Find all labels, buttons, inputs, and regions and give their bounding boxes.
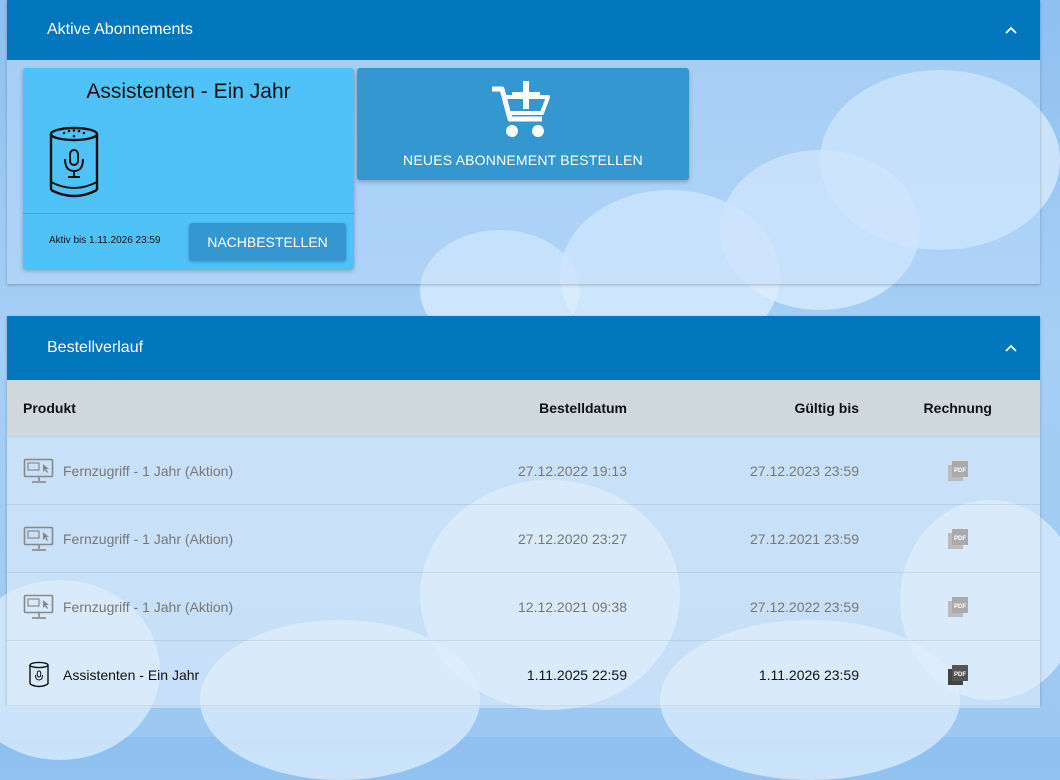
chevron-up-icon[interactable]	[1004, 25, 1018, 35]
valid-until: 1.11.2026 23:59	[758, 666, 859, 683]
order-history-header[interactable]: Bestellverlauf	[7, 316, 1040, 380]
monitor-icon	[23, 594, 54, 619]
card-divider	[23, 213, 354, 214]
order-history-panel: Bestellverlauf Produkt Bestelldatum Gült…	[7, 316, 1040, 708]
active-subscriptions-title: Aktive Abonnements	[47, 21, 193, 38]
column-header-valid-until[interactable]: Gültig bis	[794, 400, 859, 416]
chevron-up-icon[interactable]	[1004, 343, 1018, 353]
order-date: 12.12.2021 09:38	[518, 598, 627, 615]
active-subscriptions-body: Assistenten - Ein Jahr Aktiv bis 1.11.20…	[7, 60, 1040, 284]
svg-text:PDF: PDF	[954, 672, 966, 678]
product-name: Assistenten - Ein Jahr	[63, 666, 200, 683]
subscription-card-title: Assistenten - Ein Jahr	[86, 80, 291, 103]
smart-speaker-icon	[29, 661, 49, 687]
column-header-product[interactable]: Produkt	[23, 400, 76, 416]
order-history-title: Bestellverlauf	[47, 339, 144, 356]
table-row: Fernzugriff - 1 Jahr (Aktion) 27.12.2022…	[7, 436, 1040, 504]
order-history-table: Produkt Bestelldatum Gültig bis Rechnung…	[7, 380, 1040, 708]
svg-text:PDF: PDF	[954, 604, 966, 610]
pdf-icon[interactable]: PDF	[947, 664, 969, 686]
table-row: Fernzugriff - 1 Jahr (Aktion) 27.12.2020…	[7, 504, 1040, 572]
smart-speaker-icon	[49, 126, 99, 198]
product-name: Fernzugriff - 1 Jahr (Aktion)	[63, 530, 234, 547]
subscription-card: Assistenten - Ein Jahr Aktiv bis 1.11.20…	[23, 68, 354, 269]
monitor-icon	[23, 458, 54, 483]
valid-until: 27.12.2022 23:59	[750, 598, 859, 615]
active-until-text: Aktiv bis 1.11.2026 23:59	[49, 235, 161, 246]
new-subscription-button[interactable]: NEUES ABONNEMENT BESTELLEN	[357, 68, 689, 180]
active-subscriptions-panel: Aktive Abonnements Assistenten - Ein Jah…	[7, 0, 1040, 284]
table-row: Assistenten - Ein Jahr 1.11.2025 22:59 1…	[7, 640, 1040, 708]
new-subscription-label: NEUES ABONNEMENT BESTELLEN	[403, 152, 643, 168]
product-name: Fernzugriff - 1 Jahr (Aktion)	[63, 462, 234, 479]
valid-until: 27.12.2023 23:59	[750, 462, 859, 479]
pdf-icon[interactable]: PDF	[947, 528, 969, 550]
add-to-cart-icon	[492, 81, 550, 137]
table-row: Fernzugriff - 1 Jahr (Aktion) 12.12.2021…	[7, 572, 1040, 640]
valid-until: 27.12.2021 23:59	[750, 530, 859, 547]
order-date: 27.12.2022 19:13	[518, 462, 627, 479]
order-date: 1.11.2025 22:59	[526, 666, 627, 683]
monitor-icon	[23, 526, 54, 551]
svg-text:PDF: PDF	[954, 468, 966, 474]
column-header-invoice: Rechnung	[923, 400, 992, 416]
active-subscriptions-header[interactable]: Aktive Abonnements	[7, 0, 1040, 60]
pdf-icon[interactable]: PDF	[947, 596, 969, 618]
pdf-icon[interactable]: PDF	[947, 460, 969, 482]
table-header: Produkt Bestelldatum Gültig bis Rechnung	[7, 380, 1040, 436]
order-date: 27.12.2020 23:27	[518, 530, 627, 547]
svg-text:PDF: PDF	[954, 536, 966, 542]
column-header-order-date[interactable]: Bestelldatum	[539, 400, 627, 416]
product-name: Fernzugriff - 1 Jahr (Aktion)	[63, 598, 234, 615]
reorder-button[interactable]: NACHBESTELLEN	[189, 223, 346, 261]
